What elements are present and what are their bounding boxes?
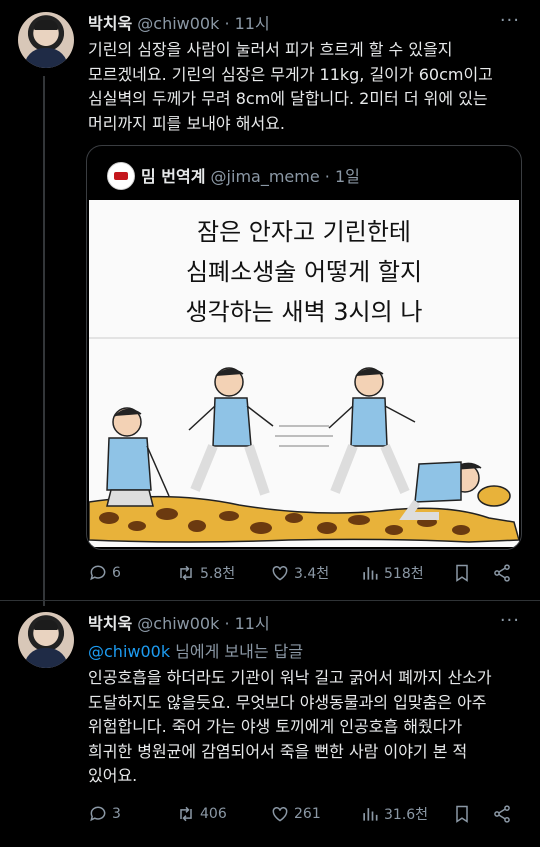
share-icon [494,805,510,823]
tweet-header: 박치욱 @chiw00k · 11시 [88,610,270,634]
bookmark-button[interactable] [452,804,472,824]
reply-icon [90,565,106,581]
reply-context-text: 님에게 보내는 답글 [170,642,304,661]
views-button[interactable]: 31.6천 [360,804,428,824]
retweet-count: 406 [200,806,227,822]
view-count: 31.6천 [384,807,429,823]
retweet-button[interactable]: 406 [176,804,227,824]
avatar[interactable] [18,612,74,668]
quoted-author-avatar [107,162,135,190]
replying-to: @chiw00k 님에게 보내는 답글 [88,638,303,662]
reply-count: 3 [112,806,121,822]
tweet-2[interactable]: 박치욱 @chiw00k · 11시 ··· @chiw00k 님에게 보내는 … [0,600,540,847]
view-count: 518천 [384,566,424,582]
retweet-count: 5.8천 [200,566,236,582]
tweet-actions: 3 406 261 31.6천 [88,804,520,828]
views-chart-icon [363,567,378,580]
like-button[interactable]: 3.4천 [270,563,329,583]
more-options-icon[interactable]: ··· [500,10,520,31]
comic-illustration [89,337,519,543]
retweet-button[interactable]: 5.8천 [176,563,235,583]
reply-count: 6 [112,565,121,581]
author-handle[interactable]: @chiw00k [137,14,219,33]
heart-icon [272,565,288,581]
tweet-actions: 6 5.8천 3.4천 518천 [88,563,520,587]
bookmark-button[interactable] [452,563,472,583]
avatar[interactable] [18,12,74,68]
author-handle[interactable]: @chiw00k [137,614,219,633]
quoted-tweet-header: 밈 번역계 @jima_meme · 1일 [141,163,360,187]
like-button[interactable]: 261 [270,804,321,824]
tweet-1[interactable]: 박치욱 @chiw00k · 11시 ··· 기린의 심장을 사람이 눌러서 피… [0,0,540,600]
like-count: 3.4천 [294,566,330,582]
reply-button[interactable]: 3 [88,804,121,824]
comic-image[interactable]: 잠은 안자고 기린한테 심폐소생술 어떻게 할지 생각하는 새벽 3시의 나 [89,200,519,547]
share-button[interactable] [492,804,512,824]
heart-icon [272,806,288,822]
reply-button[interactable]: 6 [88,563,121,583]
timestamp[interactable]: · 11시 [224,14,269,33]
tweet-header: 박치욱 @chiw00k · 11시 [88,10,270,34]
more-options-icon[interactable]: ··· [500,610,520,631]
author-name[interactable]: 박치욱 [88,614,132,633]
quoted-author-handle: @jima_meme [210,167,320,186]
reply-icon [90,806,106,822]
timestamp[interactable]: · 11시 [224,614,269,633]
reply-mention-link[interactable]: @chiw00k [88,642,170,661]
retweet-icon [180,565,192,581]
quoted-author-name: 밈 번역계 [141,167,206,186]
tweet-text: 인공호흡을 하더라도 기관이 워낙 길고 굵어서 폐까지 산소가 도달하지도 않… [88,668,492,785]
quoted-tweet[interactable]: 밈 번역계 @jima_meme · 1일 잠은 안자고 기린한테 심폐소생술 … [86,145,522,550]
quoted-timestamp: · 1일 [324,167,360,186]
like-count: 261 [294,806,321,822]
share-icon [494,564,510,582]
tweet-text: 기린의 심장을 사람이 눌러서 피가 흐르게 할 수 있을지 모르겠네요. 기린… [88,40,493,133]
author-name[interactable]: 박치욱 [88,14,132,33]
bookmark-icon [456,564,468,582]
retweet-icon [180,806,192,822]
share-button[interactable] [492,563,512,583]
views-button[interactable]: 518천 [360,563,424,583]
views-chart-icon [363,808,378,821]
bookmark-icon [456,805,468,823]
